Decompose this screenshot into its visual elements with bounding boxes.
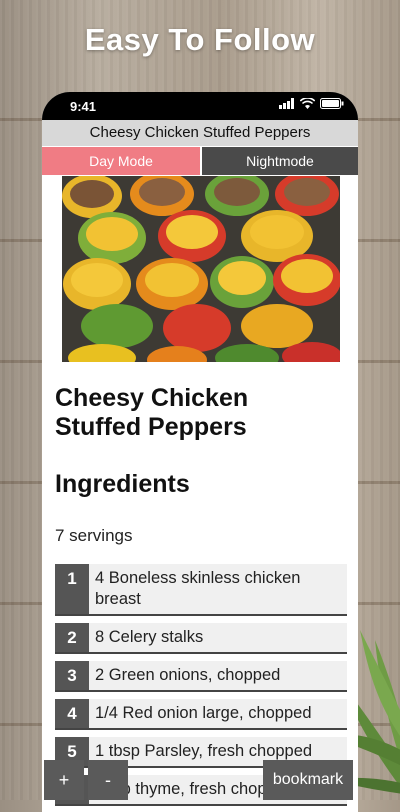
servings-text: 7 servings — [55, 526, 133, 545]
ingredient-number: 4 — [55, 699, 89, 728]
ingredient-item: 1 4 Boneless skinless chicken breast — [55, 564, 347, 616]
ingredient-item: 2 8 Celery stalks — [55, 623, 347, 654]
recipe-title-line2: Stuffed Peppers — [55, 413, 247, 441]
recipe-title-line1: Cheesy Chicken — [55, 384, 249, 412]
status-icons — [279, 98, 344, 109]
recipe-photo — [62, 176, 340, 362]
ingredient-text: 1/4 Red onion large, chopped — [89, 699, 347, 728]
ingredient-text: 4 Boneless skinless chicken breast — [89, 564, 347, 614]
phone-frame: 9:41 Cheesy Chicken Stuffed Peppers Day … — [42, 92, 358, 812]
status-time: 9:41 — [70, 99, 97, 114]
app-title-bar: Cheesy Chicken Stuffed Peppers — [42, 120, 358, 146]
battery-icon — [320, 98, 344, 109]
status-bar: 9:41 — [42, 92, 358, 120]
zoom-out-button[interactable]: - — [88, 760, 128, 800]
night-mode-tab[interactable]: Nightmode — [202, 147, 358, 175]
ingredient-number: 2 — [55, 623, 89, 652]
ingredient-item: 3 2 Green onions, chopped — [55, 661, 347, 692]
ingredient-number: 3 — [55, 661, 89, 690]
ingredient-number: 1 — [55, 564, 89, 614]
phone-screen: 9:41 Cheesy Chicken Stuffed Peppers Day … — [42, 92, 358, 812]
recipe-title: Cheesy Chicken Stuffed Peppers — [55, 384, 345, 442]
day-mode-tab[interactable]: Day Mode — [42, 147, 200, 175]
bookmark-button[interactable]: bookmark — [263, 760, 353, 800]
promo-headline: Easy To Follow — [84, 22, 316, 57]
ingredient-text: 2 Green onions, chopped — [89, 661, 347, 690]
wifi-icon — [300, 98, 315, 109]
ingredient-text: 8 Celery stalks — [89, 623, 347, 652]
signal-icon — [279, 98, 294, 109]
ingredients-heading: Ingredients — [55, 470, 190, 498]
zoom-in-button[interactable]: + — [44, 760, 84, 800]
mode-switcher: Day Mode Nightmode — [42, 147, 358, 175]
ingredient-item: 4 1/4 Red onion large, chopped — [55, 699, 347, 730]
phone-notch — [114, 92, 286, 114]
